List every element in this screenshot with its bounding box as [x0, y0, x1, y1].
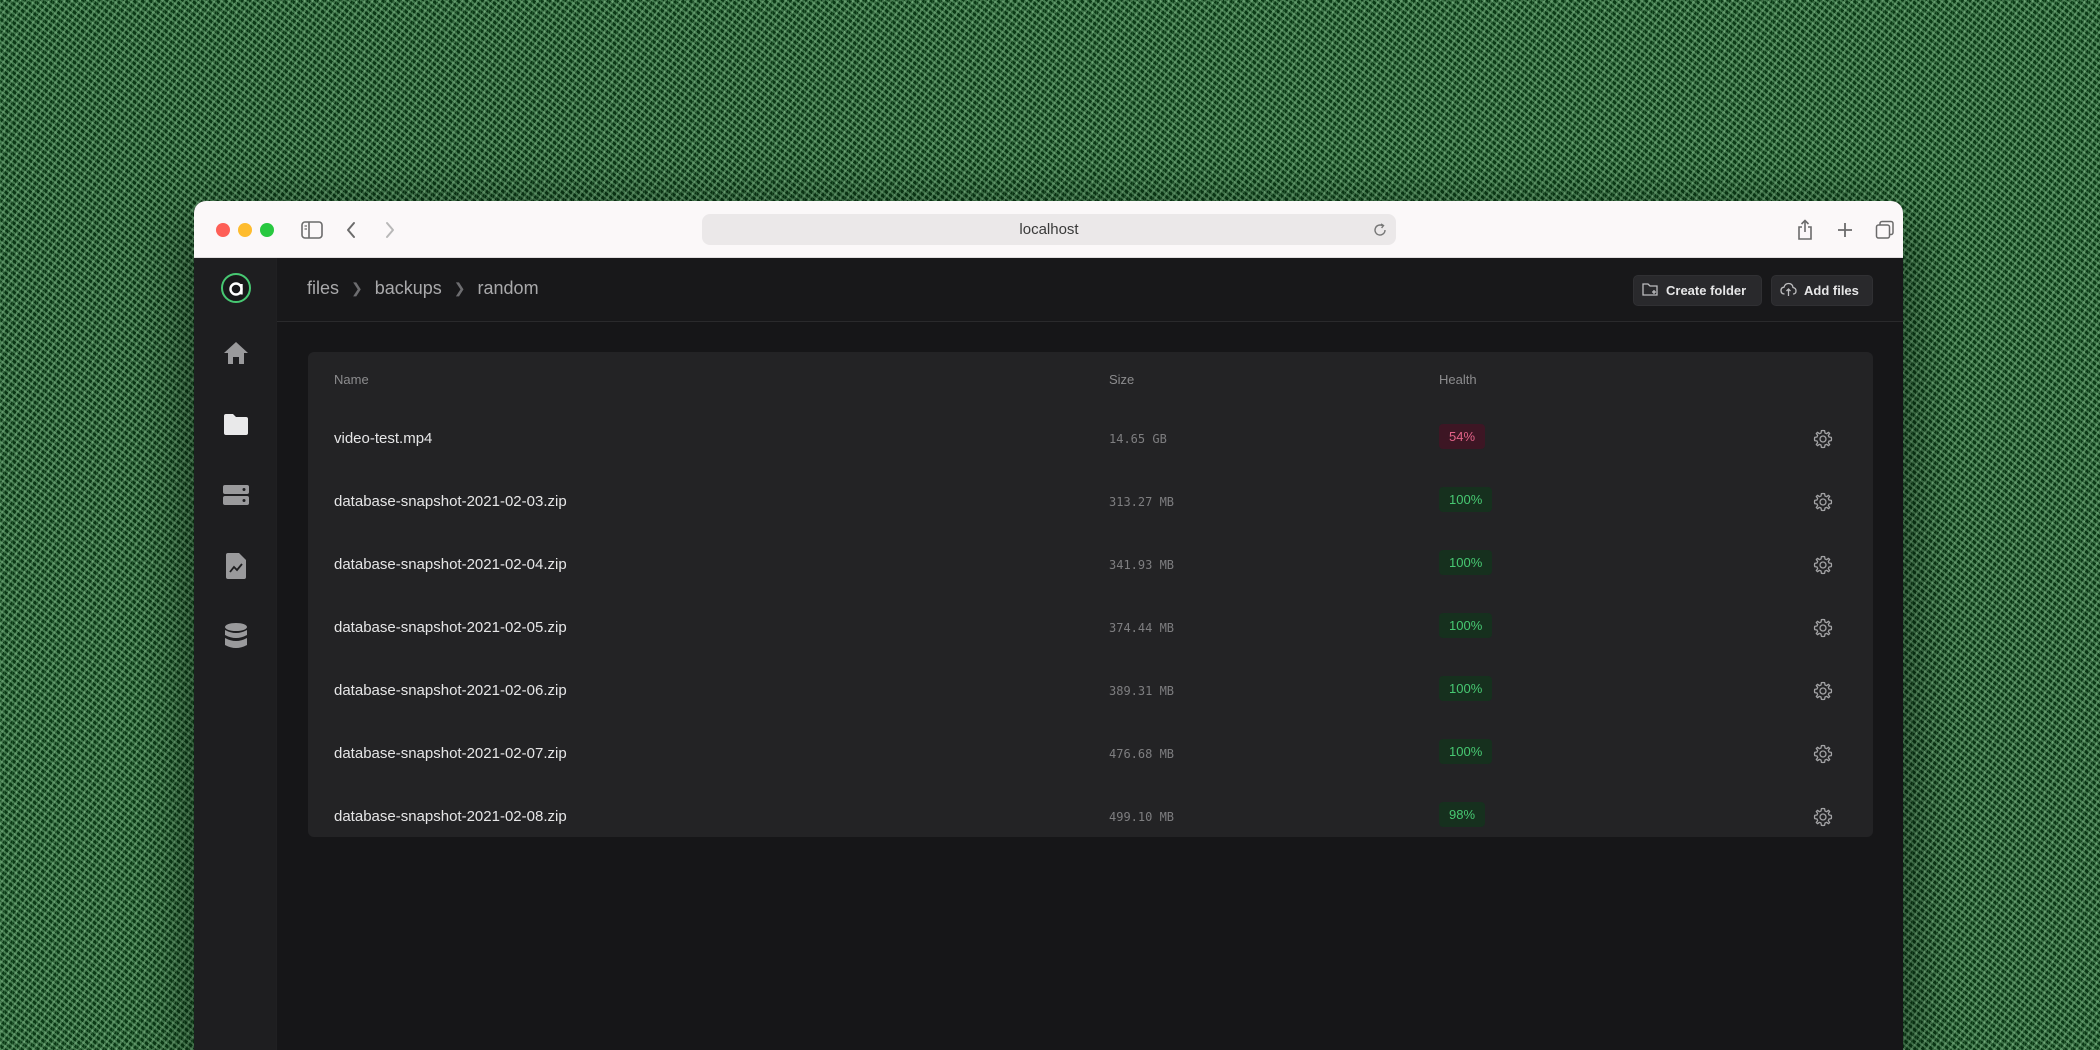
breadcrumb-backups[interactable]: backups [375, 278, 442, 299]
forward-icon[interactable] [376, 216, 404, 244]
column-header-name[interactable]: Name [334, 372, 369, 387]
health-badge: 100% [1439, 487, 1493, 512]
document-chart-icon[interactable] [220, 550, 252, 582]
table-row[interactable]: database-snapshot-2021-02-08.zip 499.10 … [308, 786, 1873, 849]
health-badge: 100% [1439, 613, 1493, 638]
home-icon[interactable] [220, 337, 252, 369]
file-name[interactable]: video-test.mp4 [334, 430, 432, 447]
table-row[interactable]: database-snapshot-2021-02-03.zip 313.27 … [308, 471, 1873, 534]
address-bar[interactable]: localhost [702, 214, 1396, 245]
folder-add-icon [1642, 282, 1659, 300]
column-header-size[interactable]: Size [1109, 372, 1134, 387]
app-container: files ❯ backups ❯ random Create folder A… [194, 258, 1903, 1050]
column-header-health[interactable]: Health [1439, 372, 1477, 387]
database-icon[interactable] [220, 620, 252, 652]
file-size: 476.68 MB [1109, 747, 1175, 761]
share-icon[interactable] [1791, 216, 1819, 244]
maximize-window-button[interactable] [260, 223, 274, 237]
gear-icon[interactable] [1811, 553, 1835, 577]
file-name[interactable]: database-snapshot-2021-02-06.zip [334, 682, 567, 699]
file-size: 313.27 MB [1109, 495, 1175, 509]
gear-icon[interactable] [1811, 805, 1835, 829]
health-badge: 100% [1439, 550, 1493, 575]
top-bar: files ❯ backups ❯ random Create folder A… [277, 258, 1903, 322]
browser-window: localhost files ❯ backups ❯ random Creat… [194, 201, 1903, 1050]
gear-icon[interactable] [1811, 742, 1835, 766]
files-table: Name Size Health video-test.mp4 14.65 GB… [308, 352, 1873, 837]
add-files-label: Add files [1804, 283, 1859, 298]
server-icon[interactable] [220, 479, 252, 511]
file-name[interactable]: database-snapshot-2021-02-05.zip [334, 619, 567, 636]
file-size: 341.93 MB [1109, 558, 1175, 572]
logo-icon[interactable] [220, 272, 252, 304]
minimize-window-button[interactable] [238, 223, 252, 237]
new-tab-icon[interactable] [1831, 216, 1859, 244]
health-badge: 100% [1439, 739, 1493, 764]
table-row[interactable]: database-snapshot-2021-02-06.zip 389.31 … [308, 660, 1873, 723]
gear-icon[interactable] [1811, 490, 1835, 514]
health-badge: 100% [1439, 676, 1493, 701]
reload-icon[interactable] [1370, 220, 1390, 240]
chevron-right-icon: ❯ [351, 280, 363, 296]
chevron-right-icon: ❯ [453, 280, 466, 296]
add-files-button[interactable]: Add files [1771, 275, 1873, 306]
gear-icon[interactable] [1811, 679, 1835, 703]
file-size: 374.44 MB [1109, 621, 1175, 635]
tab-overview-icon[interactable] [1871, 216, 1899, 244]
close-window-button[interactable] [216, 223, 230, 237]
breadcrumb: files ❯ backups ❯ random [307, 278, 539, 299]
browser-titlebar: localhost [194, 201, 1903, 258]
create-folder-button[interactable]: Create folder [1633, 275, 1762, 306]
file-name[interactable]: database-snapshot-2021-02-03.zip [334, 493, 567, 510]
create-folder-label: Create folder [1666, 283, 1747, 298]
health-badge: 98% [1439, 802, 1486, 827]
file-name[interactable]: database-snapshot-2021-02-04.zip [334, 556, 567, 573]
table-row[interactable]: video-test.mp4 14.65 GB 54% [308, 408, 1873, 471]
table-row[interactable]: database-snapshot-2021-02-05.zip 374.44 … [308, 597, 1873, 660]
breadcrumb-random[interactable]: random [478, 278, 539, 299]
gear-icon[interactable] [1811, 427, 1835, 451]
folder-icon[interactable] [220, 408, 252, 440]
breadcrumb-files[interactable]: files [307, 278, 339, 299]
file-name[interactable]: database-snapshot-2021-02-07.zip [334, 745, 567, 762]
cloud-upload-icon [1780, 282, 1797, 300]
main-content: files ❯ backups ❯ random Create folder A… [277, 258, 1903, 1050]
back-icon[interactable] [337, 216, 365, 244]
table-row[interactable]: database-snapshot-2021-02-04.zip 341.93 … [308, 534, 1873, 597]
file-size: 389.31 MB [1109, 684, 1175, 698]
url-text: localhost [1019, 221, 1079, 238]
file-size: 14.65 GB [1109, 432, 1167, 446]
health-badge: 54% [1439, 424, 1486, 449]
sidebar-toggle-icon[interactable] [298, 216, 326, 244]
sidebar [194, 258, 277, 1050]
gear-icon[interactable] [1811, 616, 1835, 640]
file-name[interactable]: database-snapshot-2021-02-08.zip [334, 808, 567, 825]
file-size: 499.10 MB [1109, 810, 1175, 824]
table-row[interactable]: database-snapshot-2021-02-07.zip 476.68 … [308, 723, 1873, 786]
